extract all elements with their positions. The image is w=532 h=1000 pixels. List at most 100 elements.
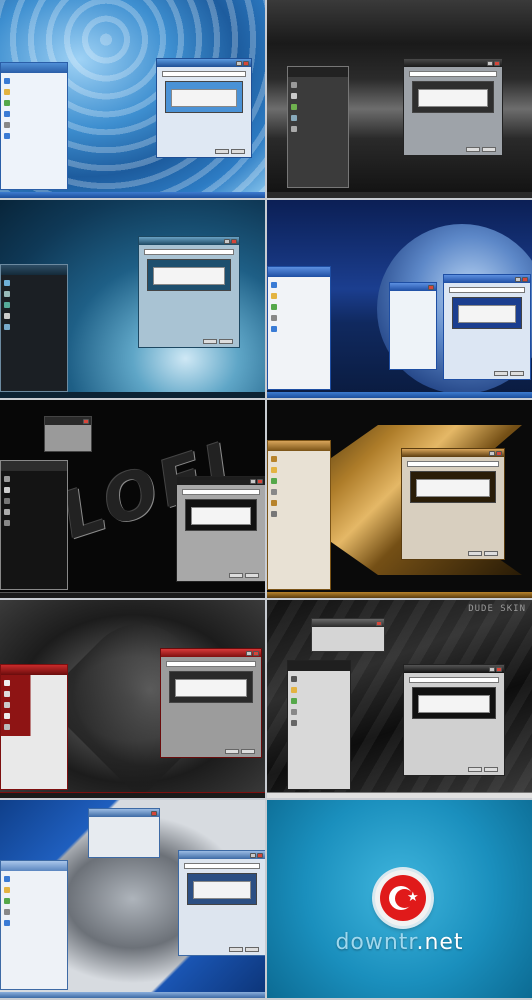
start-menu-item[interactable]	[4, 700, 64, 709]
close-button[interactable]	[257, 852, 263, 858]
start-menu-item[interactable]	[271, 324, 327, 333]
ok-button[interactable]	[466, 147, 480, 152]
close-button[interactable]	[253, 650, 259, 656]
ok-button[interactable]	[229, 573, 243, 578]
start-menu-item[interactable]	[291, 91, 345, 100]
minimize-button[interactable]	[224, 238, 230, 244]
minimize-button[interactable]	[489, 450, 495, 456]
start-menu-item[interactable]	[4, 689, 64, 698]
start-menu-item[interactable]	[271, 487, 327, 496]
cancel-button[interactable]	[241, 749, 255, 754]
start-menu-item[interactable]	[4, 278, 64, 287]
cancel-button[interactable]	[219, 339, 233, 344]
list-box[interactable]	[418, 695, 490, 713]
start-menu-item[interactable]	[4, 678, 64, 687]
text-field[interactable]	[409, 71, 497, 77]
start-menu-item[interactable]	[291, 124, 345, 133]
close-button[interactable]	[496, 666, 502, 672]
list-box[interactable]	[193, 881, 251, 899]
list-box[interactable]	[171, 89, 237, 107]
start-menu-item[interactable]	[4, 109, 64, 118]
start-menu-item[interactable]	[4, 711, 64, 720]
text-field[interactable]	[166, 661, 256, 667]
close-button[interactable]	[376, 620, 382, 626]
start-menu-item[interactable]	[4, 322, 64, 331]
start-menu-item[interactable]	[4, 98, 64, 107]
start-menu-item[interactable]	[4, 722, 64, 731]
start-menu-item[interactable]	[291, 80, 345, 89]
start-menu-item[interactable]	[4, 918, 64, 927]
start-menu-item[interactable]	[291, 113, 345, 122]
start-menu-item[interactable]	[4, 311, 64, 320]
close-button[interactable]	[151, 810, 157, 816]
start-menu-item[interactable]	[4, 474, 64, 483]
start-menu-item[interactable]	[271, 476, 327, 485]
text-field[interactable]	[407, 461, 499, 467]
minimize-button[interactable]	[487, 60, 493, 66]
start-menu-item[interactable]	[4, 874, 64, 883]
start-menu-item[interactable]	[4, 87, 64, 96]
start-menu-item[interactable]	[4, 485, 64, 494]
text-field[interactable]	[184, 863, 260, 869]
start-menu-item[interactable]	[271, 313, 327, 322]
ok-button[interactable]	[468, 551, 482, 556]
close-button[interactable]	[257, 478, 263, 484]
cancel-button[interactable]	[484, 767, 498, 772]
start-menu-item[interactable]	[4, 131, 64, 140]
list-box[interactable]	[418, 89, 488, 107]
start-menu-item[interactable]	[291, 696, 347, 705]
list-box[interactable]	[175, 679, 247, 697]
cancel-button[interactable]	[231, 149, 245, 154]
start-menu-item[interactable]	[271, 302, 327, 311]
start-menu-item[interactable]	[4, 885, 64, 894]
cancel-button[interactable]	[482, 147, 496, 152]
minimize-button[interactable]	[250, 852, 256, 858]
start-menu-item[interactable]	[271, 465, 327, 474]
cancel-button[interactable]	[245, 947, 259, 952]
minimize-button[interactable]	[515, 276, 521, 282]
ok-button[interactable]	[203, 339, 217, 344]
ok-button[interactable]	[468, 767, 482, 772]
start-menu-item[interactable]	[291, 102, 345, 111]
start-menu-item[interactable]	[271, 280, 327, 289]
text-field[interactable]	[182, 489, 260, 495]
start-menu-item[interactable]	[291, 685, 347, 694]
minimize-button[interactable]	[489, 666, 495, 672]
ok-button[interactable]	[215, 149, 229, 154]
start-menu-item[interactable]	[4, 507, 64, 516]
ok-button[interactable]	[225, 749, 239, 754]
minimize-button[interactable]	[250, 478, 256, 484]
text-field[interactable]	[144, 249, 234, 255]
start-menu-item[interactable]	[271, 454, 327, 463]
ok-button[interactable]	[494, 371, 508, 376]
minimize-button[interactable]	[236, 60, 242, 66]
start-menu-item[interactable]	[271, 509, 327, 518]
start-menu-item[interactable]	[291, 707, 347, 716]
close-button[interactable]	[496, 450, 502, 456]
start-menu-item[interactable]	[4, 120, 64, 129]
close-button[interactable]	[428, 284, 434, 290]
close-button[interactable]	[83, 418, 89, 424]
close-button[interactable]	[522, 276, 528, 282]
start-menu-item[interactable]	[4, 496, 64, 505]
list-box[interactable]	[416, 479, 490, 497]
start-menu-item[interactable]	[4, 76, 64, 85]
minimize-button[interactable]	[246, 650, 252, 656]
start-menu-item[interactable]	[271, 498, 327, 507]
text-field[interactable]	[409, 677, 499, 683]
close-button[interactable]	[231, 238, 237, 244]
cancel-button[interactable]	[484, 551, 498, 556]
ok-button[interactable]	[229, 947, 243, 952]
start-menu-item[interactable]	[271, 291, 327, 300]
text-field[interactable]	[449, 287, 525, 293]
list-box[interactable]	[153, 267, 225, 285]
close-button[interactable]	[243, 60, 249, 66]
text-field[interactable]	[162, 71, 246, 77]
start-menu-item[interactable]	[291, 674, 347, 683]
start-menu-item[interactable]	[4, 907, 64, 916]
cancel-button[interactable]	[510, 371, 524, 376]
start-menu-item[interactable]	[291, 718, 347, 727]
start-menu-item[interactable]	[4, 300, 64, 309]
list-box[interactable]	[191, 507, 251, 525]
close-button[interactable]	[494, 60, 500, 66]
